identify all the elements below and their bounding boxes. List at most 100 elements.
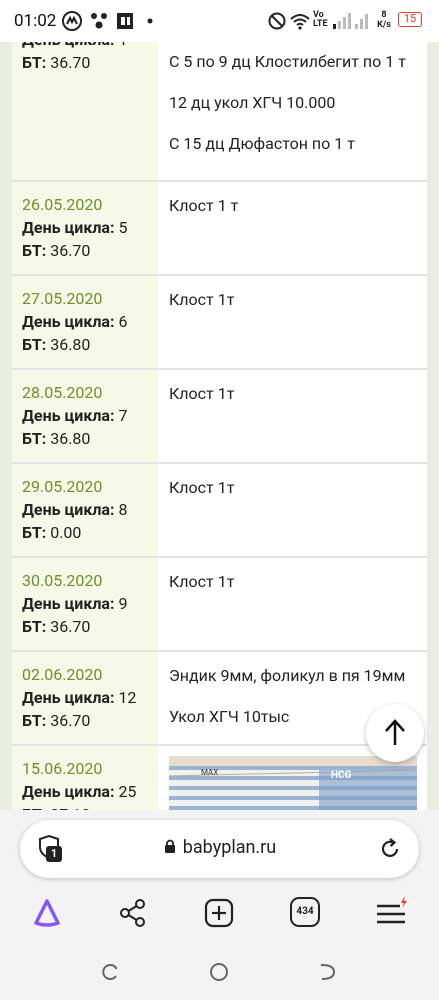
status-bar: 01:02 Vo LTE 8 K/s 15 (0, 0, 439, 42)
diary-row: 26.05.2020 День цикла: 5 БТ: 36.70 Клост 1 … (12, 182, 427, 276)
entry-date[interactable]: 02.06.2020 (22, 663, 158, 686)
entry-note: С 5 по 9 дц Клостилбегит по 1 т (169, 52, 406, 71)
bt-value: 36.70 (50, 53, 91, 72)
menu-button[interactable] (375, 895, 411, 931)
recent-apps-icon[interactable] (99, 961, 121, 983)
diary-row: 28.05.2020 День цикла: 7 БТ: 36.80 Клост 1т (12, 370, 427, 464)
bt-value: 36.80 (50, 429, 91, 448)
entry-note: Клост 1т (169, 384, 235, 403)
net-speed-unit: K/s (377, 20, 391, 30)
entry-date[interactable]: 29.05.2020 (22, 475, 158, 498)
battery-level: 15 (403, 12, 417, 25)
alice-assistant-icon[interactable] (30, 896, 64, 930)
entry-note: Клост 1т (169, 478, 235, 497)
entry-note: Эндик 9мм, фоликул в пя 19мм (169, 666, 406, 685)
entry-note: С 15 дц Дюфастон по 1 т (169, 134, 355, 153)
android-nav-bar (0, 960, 439, 1000)
cycle-day-value: 5 (118, 218, 128, 237)
share-icon[interactable] (117, 897, 149, 929)
diary-row: 02.06.2020 День цикла: 12 БТ: 36.70 Эндик 9… (12, 652, 427, 746)
dnd-icon (268, 12, 286, 30)
entry-notes-cell: Клост 1т (158, 370, 427, 462)
photo-max-text: MAX (201, 768, 219, 777)
notification-dot-icon (147, 18, 153, 24)
bt-value: 0.00 (50, 523, 82, 542)
cycle-day-label: День цикла: (22, 500, 115, 519)
signal-icon (333, 13, 351, 29)
bt-value: 36.70 (50, 241, 91, 260)
url-text: babyplan.ru (182, 837, 277, 858)
diary-row: 30.05.2020 День цикла: 9 БТ: 36.70 Клост 1т (12, 558, 427, 652)
entry-notes-cell: Клост 1 т (158, 182, 427, 274)
bt-value: 36.70 (50, 617, 91, 636)
entry-meta-cell: 02.06.2020 День цикла: 12 БТ: 36.70 (12, 652, 158, 744)
new-tab-icon[interactable] (203, 897, 235, 929)
diary-row: 27.05.2020 День цикла: 6 БТ: 36.80 Клост 1т (12, 276, 427, 370)
document-app-icon (117, 13, 133, 29)
diary-row: 15.06.2020День цикла: 25БТ: 37.10MAXHCG (12, 746, 427, 810)
refresh-icon[interactable] (377, 836, 403, 862)
home-icon[interactable] (208, 961, 230, 983)
entry-notes-cell: Клост 1т (158, 558, 427, 650)
wifi-icon (290, 14, 310, 30)
diary-row: 29.05.2020 День цикла: 8 БТ: 0.00 Клост 1т (12, 464, 427, 558)
lock-icon (164, 839, 175, 853)
bt-label: БТ: (22, 53, 47, 72)
entry-date[interactable]: 15.06.2020 (22, 757, 158, 780)
cycle-day-label: День цикла: (22, 594, 115, 613)
menu-icon (377, 896, 407, 924)
entry-note: Клост 1т (169, 290, 235, 309)
entry-date[interactable]: 27.05.2020 (22, 287, 158, 310)
entry-date[interactable]: 30.05.2020 (22, 569, 158, 592)
tab-count: 434 (296, 906, 314, 917)
bt-value: 36.70 (50, 711, 91, 730)
url-display[interactable]: babyplan.ru (20, 837, 419, 858)
tab-count-button[interactable]: 434 (290, 897, 320, 927)
bt-label: БТ: (22, 617, 47, 636)
bt-label: БТ: (22, 241, 47, 260)
entry-note: Клост 1 т (169, 196, 239, 215)
bt-label: БТ: (22, 429, 47, 448)
entry-note: 12 дц укол ХГЧ 10.000 (169, 93, 336, 112)
net-speed-value: 8 (381, 10, 387, 20)
entry-meta-cell: 26.05.2020 День цикла: 5 БТ: 36.70 (12, 182, 158, 274)
entry-meta-cell: 27.05.2020 День цикла: 6 БТ: 36.80 (12, 276, 158, 368)
lte-indicator: Vo LTE (313, 10, 328, 29)
diary-table: День цикла: 1БТ: 36.70С 5 по 9 дц Клости… (12, 10, 427, 810)
photo-hcg-text: HCG (331, 770, 352, 781)
signal-2-icon (355, 14, 368, 29)
cycle-day-label: День цикла: (22, 688, 115, 707)
cycle-day-value: 12 (118, 688, 137, 707)
arrow-up-icon (385, 719, 405, 745)
app-m-icon (62, 11, 82, 31)
entry-meta-cell: 30.05.2020 День цикла: 9 БТ: 36.70 (12, 558, 158, 650)
cycle-day-label: День цикла: (22, 782, 115, 801)
cycle-day-label: День цикла: (22, 312, 115, 331)
page-content: День цикла: 1БТ: 36.70С 5 по 9 дц Клости… (0, 0, 439, 810)
cycle-day-value: 9 (118, 594, 128, 613)
bt-value: 36.80 (50, 335, 91, 354)
entry-notes-cell: Клост 1т (158, 464, 427, 556)
entry-meta-cell: 28.05.2020 День цикла: 7 БТ: 36.80 (12, 370, 158, 462)
entry-date[interactable]: 28.05.2020 (22, 381, 158, 404)
battery-indicator: 15 (398, 12, 422, 27)
net-speed: 8 K/s (376, 10, 392, 30)
cycle-day-value: 8 (118, 500, 128, 519)
back-icon[interactable] (317, 961, 339, 983)
entry-date[interactable]: 26.05.2020 (22, 193, 158, 216)
share-app-icon (91, 13, 107, 29)
entry-note: Клост 1т (169, 572, 235, 591)
cycle-day-value: 7 (118, 406, 128, 425)
entry-meta-cell: 15.06.2020День цикла: 25БТ: 37.10 (12, 746, 158, 810)
cycle-day-label: День цикла: (22, 406, 115, 425)
address-bar[interactable]: 1 babyplan.ru (20, 820, 419, 878)
cycle-day-value: 25 (118, 782, 137, 801)
bt-label: БТ: (22, 711, 47, 730)
entry-notes-cell: Клост 1т (158, 276, 427, 368)
bt-label: БТ: (22, 523, 47, 542)
browser-actions: 434 (0, 890, 439, 936)
entry-meta-cell: 29.05.2020 День цикла: 8 БТ: 0.00 (12, 464, 158, 556)
test-strips-photo[interactable]: MAX HCG (169, 756, 417, 810)
scroll-to-top-button[interactable] (366, 704, 424, 762)
status-time: 01:02 (14, 11, 57, 31)
